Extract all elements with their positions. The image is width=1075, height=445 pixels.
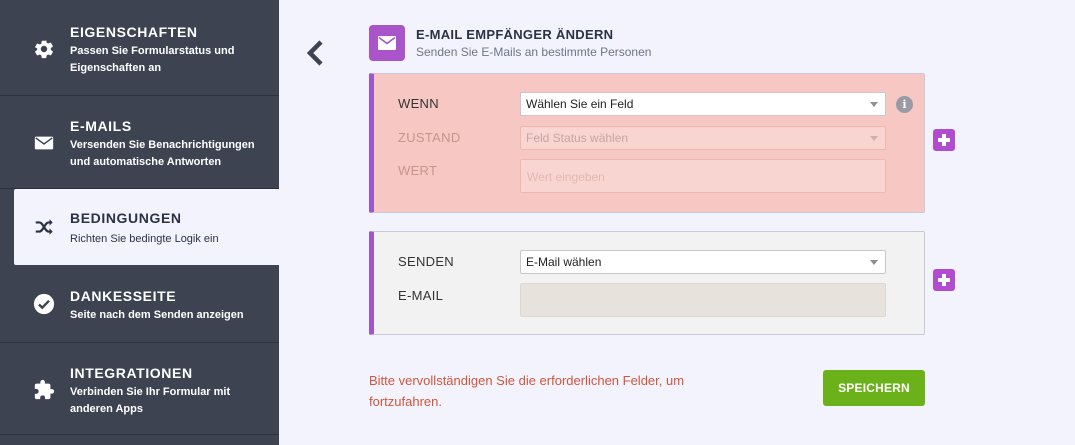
sidebar-item-title: INTEGRATIONEN (70, 365, 193, 381)
chevron-down-icon (870, 102, 878, 107)
add-condition-button[interactable] (933, 129, 955, 151)
field-select[interactable]: Wählen Sie ein Feld (520, 92, 886, 116)
add-action-button[interactable] (933, 269, 955, 291)
email-label: E-MAIL (398, 288, 444, 303)
email-select-value: E-Mail wählen (526, 255, 602, 269)
back-button[interactable] (303, 38, 327, 68)
sidebar-item-desc: Passen Sie Formularstatus und Eigenschaf… (70, 45, 235, 74)
value-input[interactable]: Wert eingeben (520, 159, 886, 193)
page-subtitle: Senden Sie E-Mails an bestimmte Personen (416, 45, 652, 59)
action-panel: SENDEN E-Mail wählen E-MAIL (369, 231, 925, 335)
email-select[interactable]: E-Mail wählen (520, 250, 886, 274)
check-circle-icon (33, 293, 55, 315)
field-select-value: Wählen Sie ein Feld (526, 97, 634, 111)
error-message: Bitte vervollständigen Sie die erforderl… (369, 373, 685, 409)
sidebar-item-desc: Richten Sie bedingte Logik ein (70, 233, 219, 245)
sidebar-item-bedingungen[interactable]: BEDINGUNGEN Richten Sie bedingte Logik e… (14, 189, 279, 265)
chevron-down-icon (870, 136, 878, 141)
gear-icon (33, 38, 55, 60)
sidebar-item-title: DANKESSEITE (70, 288, 177, 304)
chevron-left-icon (306, 40, 323, 66)
save-button[interactable]: SPEICHERN (823, 370, 925, 406)
sidebar-item-integrationen[interactable]: INTEGRATIONEN Verbinden Sie Ihr Formular… (0, 343, 279, 435)
sidebar-item-title: E-MAILS (70, 118, 132, 134)
chevron-down-icon (870, 260, 878, 265)
sidebar-item-dankesseite[interactable]: DANKESSEITE Seite nach dem Senden anzeig… (0, 265, 279, 343)
sidebar-item-desc: Versenden Sie Benachrichtigungen und aut… (70, 139, 255, 168)
sidebar-item-desc: Seite nach dem Senden anzeigen (70, 309, 244, 321)
shuffle-icon (33, 216, 55, 238)
page-title: E-MAIL EMPFÄNGER ÄNDERN (416, 27, 614, 42)
sidebar-item-title: BEDINGUNGEN (70, 210, 182, 226)
sidebar-item-desc: Verbinden Sie Ihr Formular mit anderen A… (70, 386, 231, 415)
value-input-placeholder: Wert eingeben (527, 170, 605, 184)
sidebar: EIGENSCHAFTEN Passen Sie Formularstatus … (0, 0, 279, 445)
state-select-value: Feld Status wählen (526, 131, 629, 145)
puzzle-icon (33, 379, 55, 401)
sidebar-item-eigenschaften[interactable]: EIGENSCHAFTEN Passen Sie Formularstatus … (0, 0, 279, 96)
condition-panel: WENN Wählen Sie ein Feld ZUSTAND Feld St… (369, 73, 925, 213)
send-label: SENDEN (398, 254, 454, 269)
sidebar-item-title: EIGENSCHAFTEN (70, 24, 198, 40)
value-label: WERT (398, 163, 438, 178)
sidebar-item-emails[interactable]: E-MAILS Versenden Sie Benachrichtigungen… (0, 96, 279, 189)
info-icon[interactable]: i (896, 96, 913, 113)
envelope-icon (33, 132, 55, 154)
state-label: ZUSTAND (398, 130, 461, 145)
if-label: WENN (398, 96, 439, 111)
header-envelope-icon (369, 25, 405, 61)
email-field[interactable] (520, 283, 886, 317)
state-select[interactable]: Feld Status wählen (520, 126, 886, 150)
